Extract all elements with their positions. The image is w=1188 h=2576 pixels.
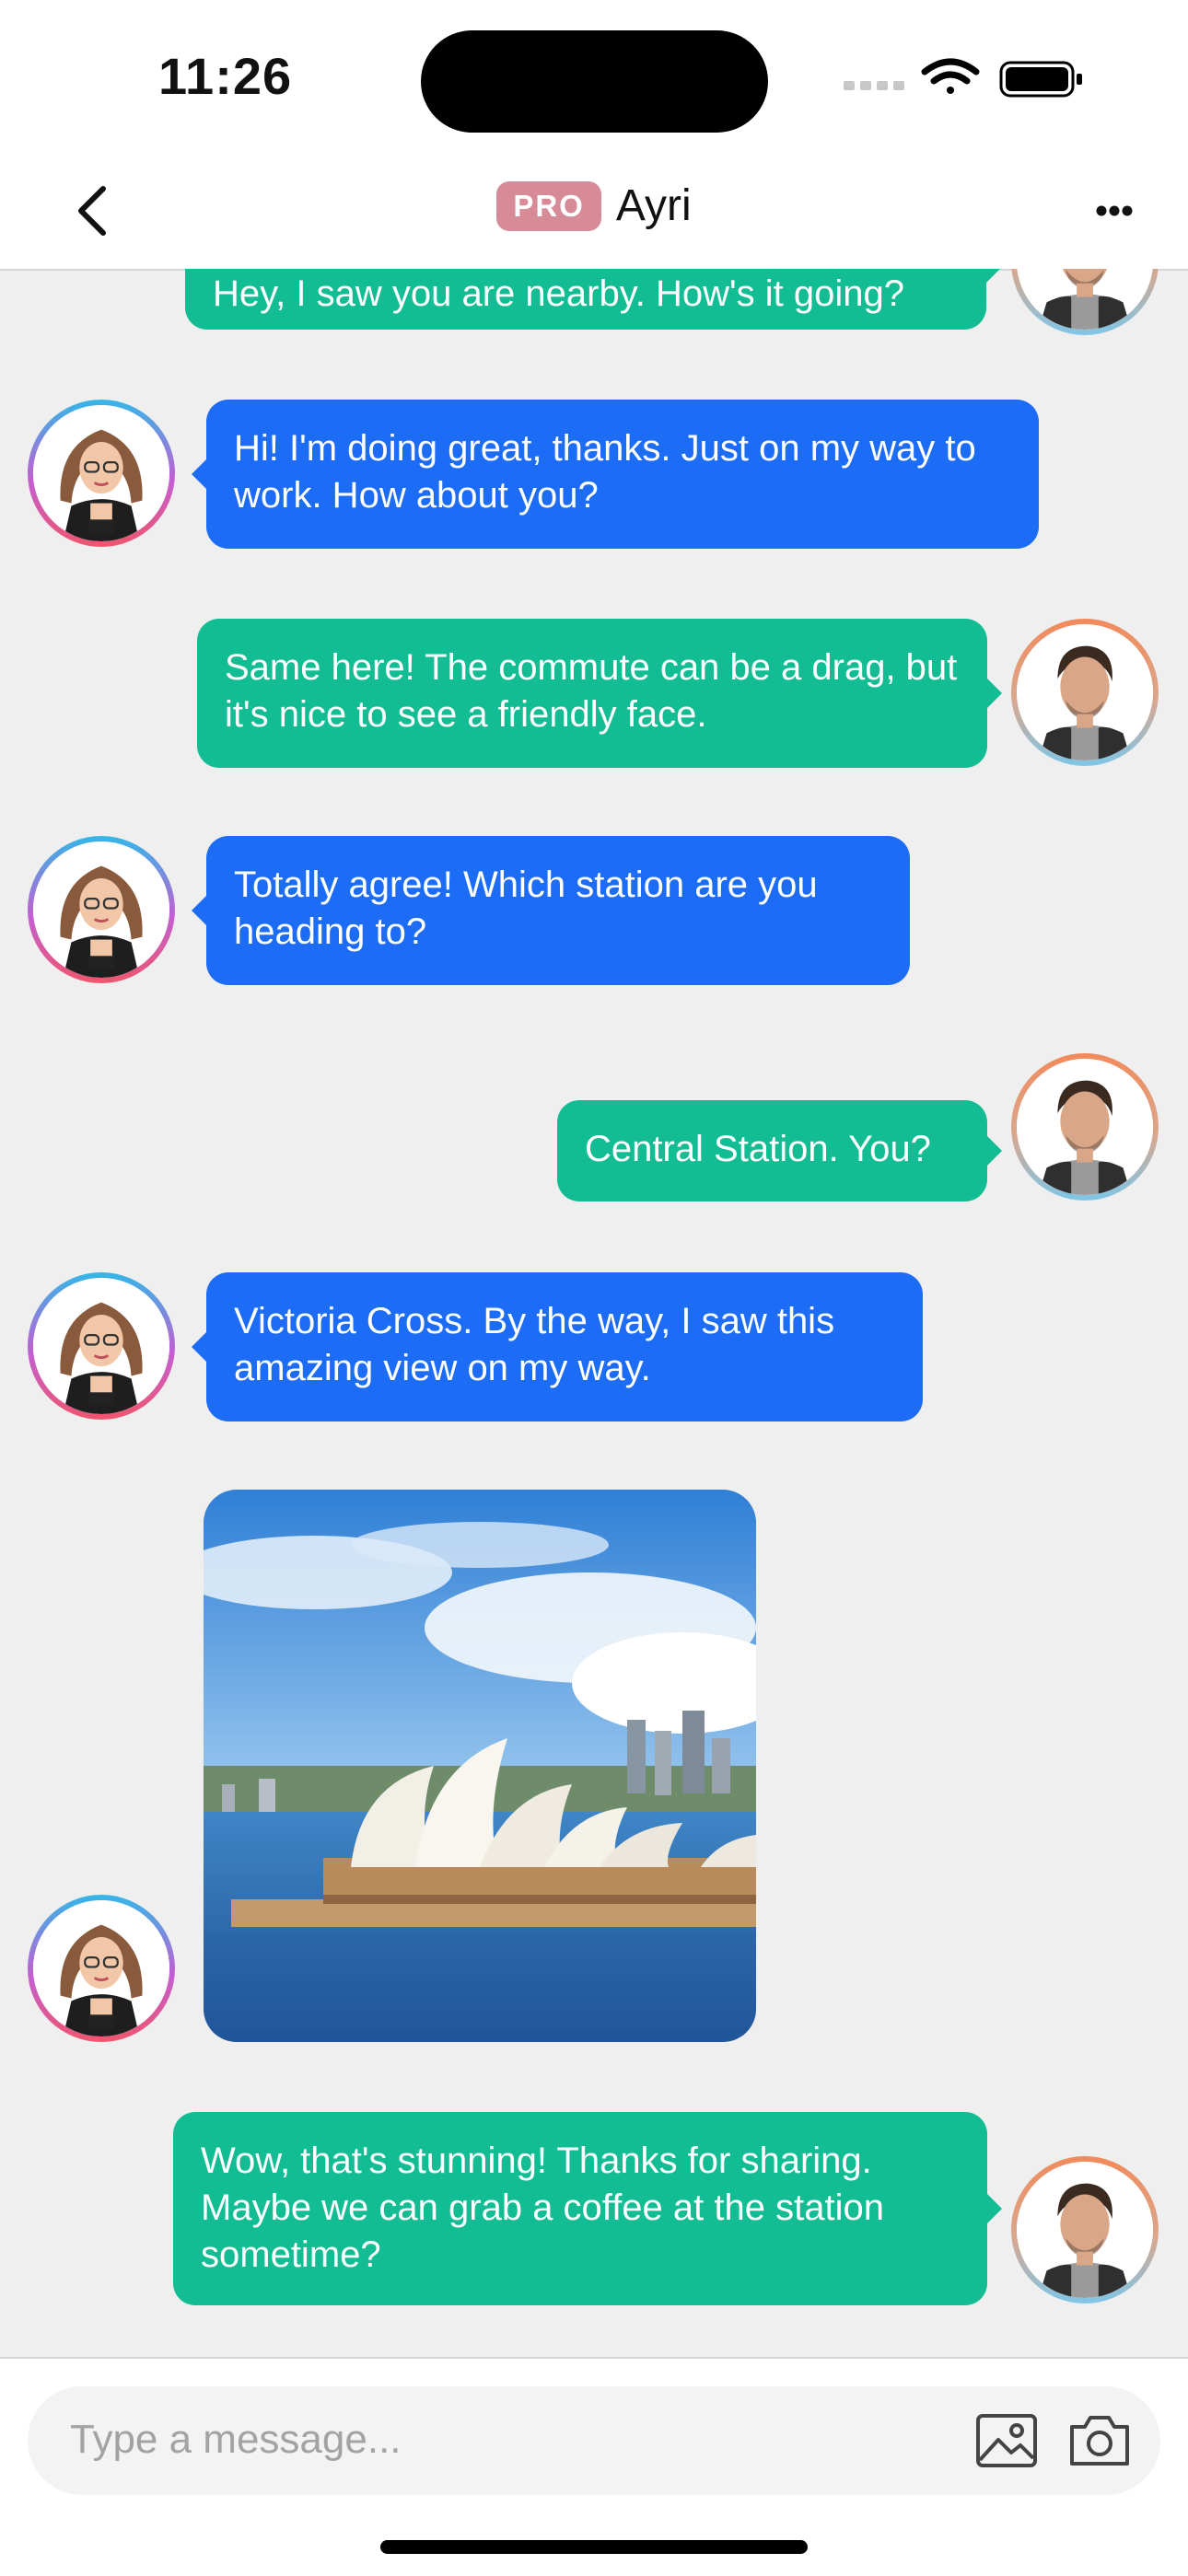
- contact-avatar[interactable]: [28, 400, 175, 547]
- opera-house-image: [204, 1490, 756, 2042]
- gallery-button[interactable]: [974, 2412, 1039, 2469]
- message-text: Hi! I'm doing great, thanks. Just on my …: [234, 428, 976, 516]
- contact-name: Ayri: [615, 181, 692, 230]
- home-indicator: [380, 2540, 808, 2554]
- pro-badge: PRO: [496, 180, 601, 231]
- message-text: Same here! The commute can be a drag, bu…: [225, 647, 958, 735]
- contact-avatar[interactable]: [28, 1272, 175, 1420]
- contact-avatar[interactable]: [28, 836, 175, 983]
- message-text: Totally agree! Which station are you hea…: [234, 864, 818, 952]
- user-avatar-image: [1017, 1059, 1153, 1195]
- my-avatar[interactable]: [1011, 619, 1159, 766]
- shared-image-message[interactable]: [204, 1490, 756, 2042]
- message-list[interactable]: Hey, I saw you are nearby. How's it goin…: [0, 269, 1188, 2357]
- status-icons: [840, 55, 1089, 101]
- status-time: 11:26: [158, 47, 293, 105]
- camera-button[interactable]: [1066, 2412, 1133, 2469]
- contact-avatar-image: [33, 405, 169, 541]
- signal-icon: [844, 81, 904, 90]
- more-options-button[interactable]: [1087, 188, 1142, 234]
- battery-icon: [999, 61, 1082, 98]
- user-avatar-image: [1017, 269, 1153, 330]
- message-bubble-outgoing[interactable]: Same here! The commute can be a drag, bu…: [197, 619, 1002, 768]
- status-bar: 11:26: [0, 0, 1188, 157]
- wifi-icon: [921, 58, 980, 94]
- contact-avatar-image: [33, 841, 169, 978]
- chat-title: PRO Ayri: [0, 180, 1188, 231]
- user-avatar-image: [1017, 624, 1153, 760]
- message-input[interactable]: [70, 2412, 899, 2467]
- message-text: Central Station. You?: [585, 1129, 931, 1169]
- message-text: Victoria Cross. By the way, I saw this a…: [234, 1301, 835, 1388]
- my-avatar[interactable]: [1011, 269, 1159, 335]
- message-bubble-incoming[interactable]: Totally agree! Which station are you hea…: [192, 836, 910, 985]
- chat-header: PRO Ayri: [0, 157, 1188, 271]
- gallery-icon: [976, 2414, 1037, 2467]
- contact-avatar[interactable]: [28, 1895, 175, 2042]
- message-bubble-outgoing[interactable]: Wow, that's stunning! Thanks for sharing…: [173, 2112, 1002, 2305]
- dynamic-island: [421, 30, 768, 133]
- message-bubble-outgoing[interactable]: Central Station. You?: [557, 1100, 1002, 1201]
- my-avatar[interactable]: [1011, 2156, 1159, 2303]
- message-text: Hey, I saw you are nearby. How's it goin…: [213, 273, 904, 314]
- camera-icon: [1070, 2416, 1129, 2466]
- message-text: Wow, that's stunning! Thanks for sharing…: [201, 2141, 884, 2275]
- message-bubble-incoming[interactable]: Hi! I'm doing great, thanks. Just on my …: [192, 400, 1039, 549]
- user-avatar-image: [1017, 2162, 1153, 2298]
- my-avatar[interactable]: [1011, 1053, 1159, 1201]
- more-icon: [1096, 205, 1133, 216]
- message-bubble-outgoing[interactable]: Hey, I saw you are nearby. How's it goin…: [185, 269, 1001, 330]
- message-bubble-incoming[interactable]: Victoria Cross. By the way, I saw this a…: [192, 1272, 923, 1421]
- contact-avatar-image: [33, 1278, 169, 1414]
- contact-avatar-image: [33, 1900, 169, 2036]
